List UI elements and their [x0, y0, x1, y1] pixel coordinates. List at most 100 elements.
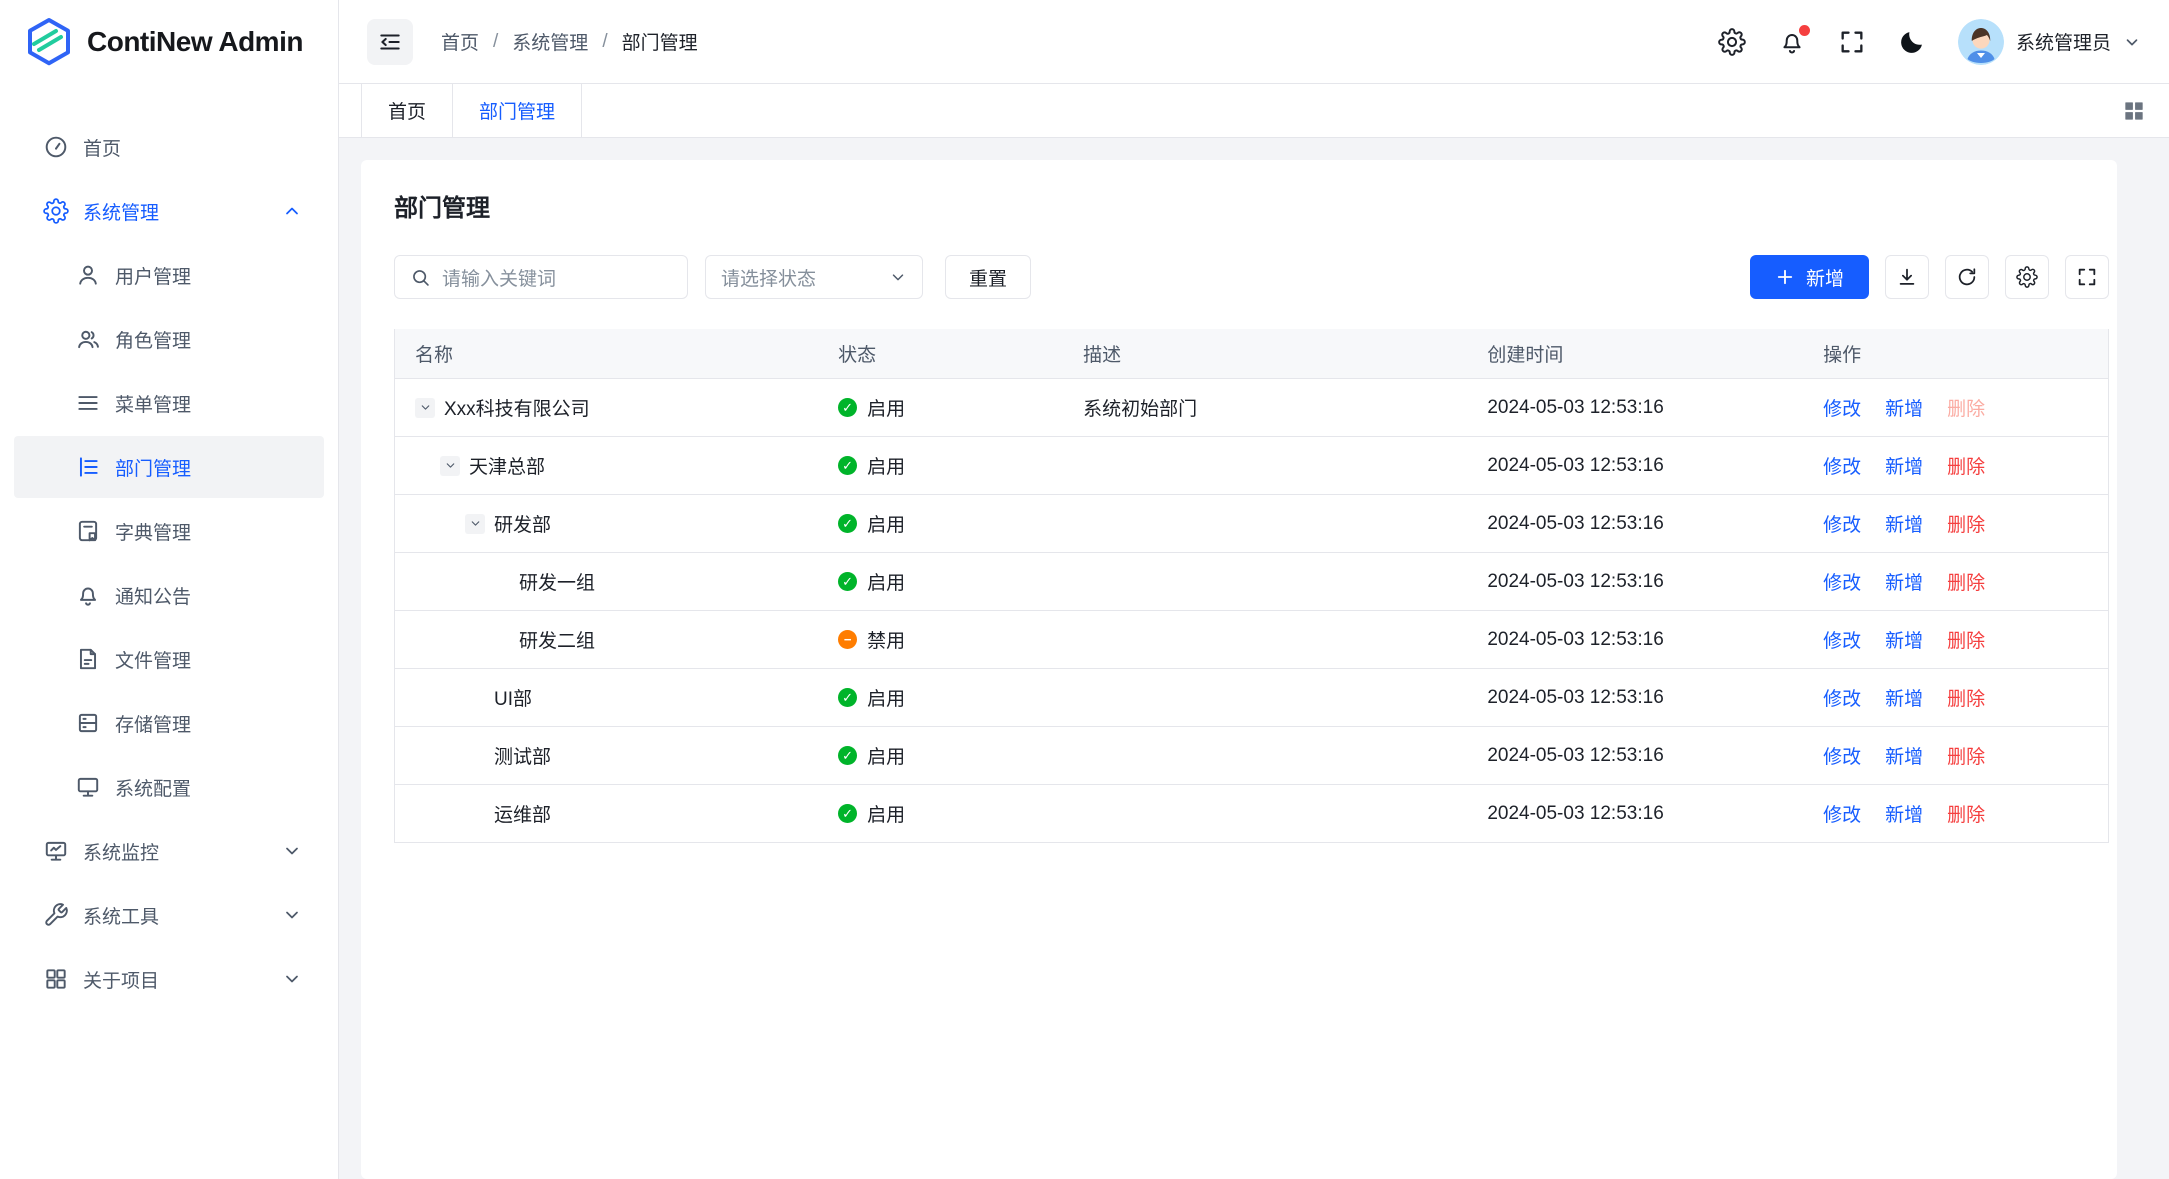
- action-link[interactable]: 新增: [1885, 626, 1923, 653]
- col-created: 创建时间: [1467, 340, 1803, 367]
- sidebar-item-wrench[interactable]: 系统工具: [14, 884, 324, 946]
- table-row: 研发部✓启用2024-05-03 12:53:16修改新增删除: [395, 495, 2108, 553]
- logo-row[interactable]: ContiNew Admin: [0, 0, 338, 84]
- actions-cell: 修改新增删除: [1803, 568, 2108, 595]
- action-link[interactable]: 新增: [1885, 742, 1923, 769]
- sidebar-item-gear[interactable]: 系统管理: [14, 180, 324, 242]
- tab-strip-actions: [2121, 84, 2169, 137]
- sidebar-collapse-button[interactable]: [367, 19, 413, 65]
- action-link[interactable]: 修改: [1823, 626, 1861, 653]
- row-expander-chevron-icon[interactable]: [440, 456, 460, 476]
- created-time-cell: 2024-05-03 12:53:16: [1467, 629, 1803, 651]
- tab-home[interactable]: 首页: [361, 84, 453, 137]
- chevron-down-icon: [282, 905, 302, 925]
- action-link[interactable]: 修改: [1823, 684, 1861, 711]
- sidebar-item-label: 字典管理: [115, 518, 324, 545]
- status-label: 启用: [867, 510, 905, 537]
- sidebar-item-bell[interactable]: 通知公告: [14, 564, 324, 626]
- sidebar-item-menu-lines[interactable]: 菜单管理: [14, 372, 324, 434]
- grid-outline-icon: [43, 966, 69, 992]
- sidebar-item-dashboard[interactable]: 首页: [14, 116, 324, 178]
- action-link[interactable]: 删除: [1947, 742, 1985, 769]
- notification-bell-icon[interactable]: [1778, 28, 1806, 56]
- search-input[interactable]: 请输入关键词: [394, 255, 688, 299]
- action-link[interactable]: 修改: [1823, 394, 1861, 421]
- dept-table: 名称 状态 描述 创建时间 操作 Xxx科技有限公司✓启用系统初始部门2024-…: [394, 329, 2109, 843]
- dept-name: Xxx科技有限公司: [444, 394, 590, 421]
- action-link[interactable]: 修改: [1823, 568, 1861, 595]
- action-link[interactable]: 删除: [1947, 800, 1985, 827]
- sidebar-item-grid-outline[interactable]: 关于项目: [14, 948, 324, 1010]
- action-link[interactable]: 新增: [1885, 394, 1923, 421]
- action-link[interactable]: 新增: [1885, 684, 1923, 711]
- action-link[interactable]: 修改: [1823, 742, 1861, 769]
- sidebar-item-dict[interactable]: 字典管理: [14, 500, 324, 562]
- fullscreen-icon[interactable]: [1838, 28, 1866, 56]
- sidebar-item-label: 文件管理: [115, 646, 324, 673]
- status-select[interactable]: 请选择状态: [705, 255, 923, 299]
- sidebar-item-monitor-chart[interactable]: 系统监控: [14, 820, 324, 882]
- action-link[interactable]: 新增: [1885, 510, 1923, 537]
- dashboard-icon: [43, 134, 69, 160]
- add-button[interactable]: 新增: [1750, 255, 1869, 299]
- sidebar-item-user[interactable]: 用户管理: [14, 244, 324, 306]
- export-download-button[interactable]: [1885, 255, 1929, 299]
- app-logo-icon: [26, 17, 72, 67]
- action-link[interactable]: 新增: [1885, 800, 1923, 827]
- breadcrumb-item-current: 部门管理: [622, 28, 698, 55]
- action-link[interactable]: 新增: [1885, 452, 1923, 479]
- avatar: [1958, 19, 2004, 65]
- action-link[interactable]: 删除: [1947, 510, 1985, 537]
- created-time-cell: 2024-05-03 12:53:16: [1467, 687, 1803, 709]
- desc-cell: 系统初始部门: [1063, 394, 1467, 421]
- chevron-down-icon: [282, 969, 302, 989]
- dept-name: 天津总部: [469, 452, 545, 479]
- reset-button[interactable]: 重置: [945, 255, 1031, 299]
- sidebar-item-file[interactable]: 文件管理: [14, 628, 324, 690]
- status-cell: ✓启用: [818, 568, 1063, 595]
- action-link[interactable]: 新增: [1885, 568, 1923, 595]
- actions-cell: 修改新增删除: [1803, 626, 2108, 653]
- sidebar-item-storage[interactable]: 存储管理: [14, 692, 324, 754]
- action-link[interactable]: 删除: [1947, 568, 1985, 595]
- tab-list-grid-icon[interactable]: [2121, 98, 2147, 124]
- dept-card: 部门管理 请输入关键词 请选择状态 重置 新增: [361, 160, 2117, 1179]
- dept-name: 研发二组: [519, 626, 595, 653]
- table-row: Xxx科技有限公司✓启用系统初始部门2024-05-03 12:53:16修改新…: [395, 379, 2108, 437]
- sidebar-item-monitor[interactable]: 系统配置: [14, 756, 324, 818]
- user-menu[interactable]: 系统管理员: [1958, 19, 2141, 65]
- sidebar-item-users[interactable]: 角色管理: [14, 308, 324, 370]
- breadcrumb-item-system[interactable]: 系统管理: [512, 28, 588, 55]
- dark-mode-moon-icon[interactable]: [1898, 28, 1926, 56]
- dept-name-cell: UI部: [395, 684, 818, 711]
- plus-icon: [1775, 267, 1795, 287]
- table-fullscreen-button[interactable]: [2065, 255, 2109, 299]
- fullscreen-icon: [2076, 266, 2098, 288]
- status-enabled-icon: ✓: [838, 572, 857, 591]
- status-select-placeholder: 请选择状态: [721, 264, 816, 291]
- refresh-button[interactable]: [1945, 255, 1989, 299]
- sidebar-item-label: 首页: [83, 134, 324, 161]
- breadcrumb-item-home[interactable]: 首页: [441, 28, 479, 55]
- settings-icon[interactable]: [1718, 28, 1746, 56]
- action-link[interactable]: 删除: [1947, 684, 1985, 711]
- status-cell: ✓启用: [818, 684, 1063, 711]
- action-link[interactable]: 删除: [1947, 626, 1985, 653]
- action-link[interactable]: 修改: [1823, 452, 1861, 479]
- table-row: 天津总部✓启用2024-05-03 12:53:16修改新增删除: [395, 437, 2108, 495]
- action-link[interactable]: 修改: [1823, 800, 1861, 827]
- action-link[interactable]: 修改: [1823, 510, 1861, 537]
- sidebar-item-tree[interactable]: 部门管理: [14, 436, 324, 498]
- dept-name-cell: 运维部: [395, 800, 818, 827]
- dept-name: UI部: [494, 684, 532, 711]
- dept-name-cell: 研发部: [395, 510, 818, 537]
- column-settings-button[interactable]: [2005, 255, 2049, 299]
- refresh-icon: [1956, 266, 1978, 288]
- tab-dept-management[interactable]: 部门管理: [453, 84, 582, 137]
- row-expander-chevron-icon[interactable]: [415, 398, 435, 418]
- table-row: 研发二组−禁用2024-05-03 12:53:16修改新增删除: [395, 611, 2108, 669]
- bell-icon: [75, 582, 101, 608]
- sidebar-item-label: 系统工具: [83, 902, 282, 929]
- row-expander-chevron-icon[interactable]: [465, 514, 485, 534]
- action-link[interactable]: 删除: [1947, 452, 1985, 479]
